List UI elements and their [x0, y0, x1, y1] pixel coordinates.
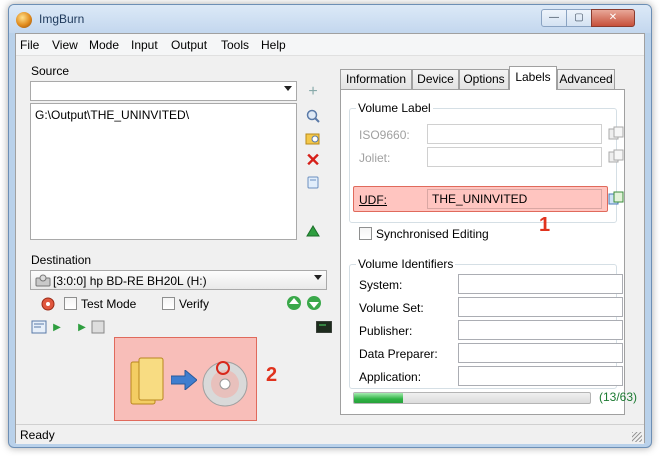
publisher-label: Publisher:: [359, 324, 413, 338]
udf-value: THE_UNINVITED: [432, 192, 528, 206]
disc-icon: [202, 361, 248, 407]
joliet-field[interactable]: [427, 147, 602, 167]
test-mode-label: Test Mode: [81, 297, 137, 311]
menu-help[interactable]: Help: [261, 38, 286, 52]
dropdown-arrow-icon: [284, 86, 292, 91]
remove-icon[interactable]: ✕: [305, 151, 321, 169]
verify-label: Verify: [179, 297, 210, 311]
client-area: File View Mode Input Output Tools Help S…: [15, 33, 645, 444]
source-path: G:\Output\THE_UNINVITED\: [35, 108, 190, 122]
test-mode-checkbox[interactable]: [64, 297, 77, 310]
volume-label-legend: Volume Label: [356, 101, 433, 115]
clear-list-icon[interactable]: [305, 174, 321, 190]
arrow-right-icon: [171, 370, 197, 390]
joliet-label: Joliet:: [359, 151, 391, 165]
disc-usage-progress-bar: [353, 392, 591, 404]
drive-name: [3:0:0] hp BD-RE BH20L (H:): [53, 274, 207, 288]
data-preparer-label: Data Preparer:: [359, 347, 438, 361]
calculate-icon[interactable]: [305, 224, 321, 240]
destination-label: Destination: [31, 253, 92, 267]
tab-labels[interactable]: Labels: [509, 66, 557, 90]
menu-file[interactable]: File: [20, 38, 39, 52]
close-button[interactable]: ✕: [591, 9, 635, 27]
menu-mode[interactable]: Mode: [89, 38, 119, 52]
queue-icon[interactable]: [90, 320, 106, 336]
play-queue-icon[interactable]: ▶: [74, 320, 90, 336]
udf-field[interactable]: THE_UNINVITED: [427, 189, 602, 209]
application-field[interactable]: [458, 366, 623, 386]
publisher-field[interactable]: [458, 320, 623, 340]
annotation-number-1: 1: [539, 214, 551, 236]
settings-tabs: Information Device Options Labels Advanc…: [340, 66, 637, 415]
volume-identifiers-legend: Volume Identifiers: [356, 257, 456, 271]
progress-fill: [354, 393, 403, 403]
volume-set-field[interactable]: [458, 297, 623, 317]
write-speed-up-icon[interactable]: [286, 295, 302, 311]
log-view-icon[interactable]: [31, 320, 47, 336]
verify-checkbox[interactable]: [162, 297, 175, 310]
iso9660-label: ISO9660:: [359, 128, 410, 142]
destination-drive-combo[interactable]: [3:0:0] hp BD-RE BH20L (H:): [30, 270, 327, 290]
application-label: Application:: [359, 370, 422, 384]
source-combo[interactable]: [30, 81, 297, 101]
progress-text: (13/63): [599, 390, 638, 404]
maximize-button[interactable]: ▢: [566, 9, 592, 27]
write-speed-down-icon[interactable]: [306, 295, 322, 311]
annotation-number-2: 2: [266, 364, 278, 386]
dropdown-arrow-icon: [314, 275, 322, 280]
tab-advanced[interactable]: Advanced: [557, 69, 615, 89]
copy-label-icon[interactable]: [608, 149, 624, 165]
write-button[interactable]: [114, 337, 257, 421]
resize-grip[interactable]: [632, 432, 642, 442]
drive-settings-icon[interactable]: [40, 296, 56, 312]
volume-set-label: Volume Set:: [359, 301, 424, 315]
menu-bar: File View Mode Input Output Tools Help: [16, 34, 644, 56]
copy-label-icon[interactable]: [608, 191, 624, 207]
source-file-list[interactable]: G:\Output\THE_UNINVITED\: [30, 103, 297, 240]
imgburn-app-icon: [16, 12, 32, 28]
menu-input[interactable]: Input: [131, 38, 158, 52]
tab-options[interactable]: Options: [459, 69, 509, 89]
labels-tab-panel: Volume Label ISO9660: Joliet: UDF: THE_U…: [340, 89, 637, 415]
drive-icon: [35, 274, 51, 287]
synchronised-editing-checkbox[interactable]: [359, 227, 372, 240]
copy-label-icon[interactable]: [608, 126, 624, 142]
log-window-icon[interactable]: [315, 320, 333, 336]
title-bar: ImgBurn — ▢ ✕: [9, 5, 651, 33]
tab-information[interactable]: Information: [340, 69, 412, 89]
status-bar: Ready: [16, 424, 644, 444]
source-folder-icon: [130, 357, 164, 405]
play-icon[interactable]: ▶: [49, 320, 65, 336]
system-label: System:: [359, 278, 403, 292]
add-file-icon[interactable]: +: [305, 84, 321, 100]
iso9660-field[interactable]: [427, 124, 602, 144]
source-label: Source: [31, 64, 70, 78]
app-window: ImgBurn — ▢ ✕ File View Mode Input Outpu…: [8, 4, 652, 448]
data-preparer-field[interactable]: [458, 343, 623, 363]
browse-folder-icon[interactable]: [305, 130, 321, 146]
menu-output[interactable]: Output: [171, 38, 207, 52]
system-field[interactable]: [458, 274, 623, 294]
synchronised-editing-label: Synchronised Editing: [376, 227, 489, 241]
udf-label: UDF:: [359, 193, 387, 207]
tab-device[interactable]: Device: [412, 69, 459, 89]
menu-tools[interactable]: Tools: [221, 38, 249, 52]
status-text: Ready: [20, 428, 55, 442]
window-title: ImgBurn: [39, 12, 85, 26]
browse-file-icon[interactable]: [305, 108, 321, 124]
menu-view[interactable]: View: [52, 38, 78, 52]
minimize-button[interactable]: —: [541, 9, 567, 27]
